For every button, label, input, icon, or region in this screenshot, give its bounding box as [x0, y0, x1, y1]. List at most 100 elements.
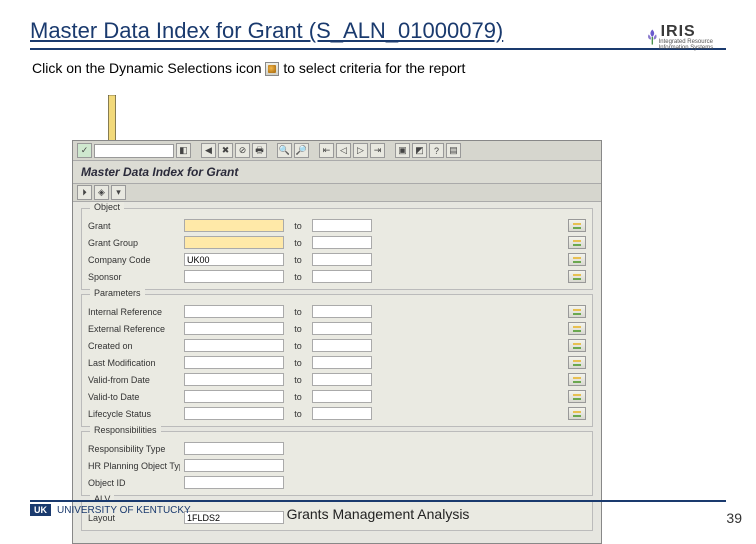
sap-selection-screen: Object Grant to Grant Group to Company C… [73, 202, 601, 543]
variant-icon[interactable]: ▾ [111, 185, 126, 200]
next-page-icon[interactable]: ▷ [353, 143, 368, 158]
multiple-selection-button[interactable] [568, 236, 586, 249]
label-resp: HR Planning Object Type [88, 461, 180, 471]
input-param-from[interactable] [184, 305, 284, 318]
input-param-to[interactable] [312, 305, 372, 318]
input-sponsor-from[interactable] [184, 270, 284, 283]
label-param: Internal Reference [88, 307, 180, 317]
multiple-selection-button[interactable] [568, 270, 586, 283]
find-icon[interactable]: 🔍 [277, 143, 292, 158]
to-label: to [288, 238, 308, 248]
input-resp[interactable] [184, 476, 284, 489]
label-resp: Object ID [88, 478, 180, 488]
multiple-selection-button[interactable] [568, 373, 586, 386]
to-label: to [288, 221, 308, 231]
first-page-icon[interactable]: ⇤ [319, 143, 334, 158]
label-param: Created on [88, 341, 180, 351]
multiple-selection-button[interactable] [568, 253, 586, 266]
print-icon[interactable]: 🖶 [252, 143, 267, 158]
input-company-code-from[interactable]: UK00 [184, 253, 284, 266]
row-param: Internal Reference to [82, 303, 592, 320]
multiple-selection-button[interactable] [568, 407, 586, 420]
to-label: to [288, 392, 308, 402]
find-next-icon[interactable]: 🔎 [294, 143, 309, 158]
help-icon[interactable]: ? [429, 143, 444, 158]
label-grant: Grant [88, 221, 180, 231]
input-param-from[interactable] [184, 322, 284, 335]
command-field[interactable] [94, 144, 174, 158]
sap-screenshot: ✓ ◧ ◀ ✖ ⊘ 🖶 🔍 🔎 ⇤ ◁ ▷ ⇥ ▣ ◩ ? ▤ Master D… [72, 140, 602, 544]
dynamic-selections-button[interactable]: ◈ [94, 185, 109, 200]
group-parameters: Parameters Internal ReferencetoExternal … [81, 294, 593, 427]
instruction-after: to select criteria for the report [283, 60, 465, 76]
multiple-selection-button[interactable] [568, 390, 586, 403]
row-company-code: Company Code UK00 to [82, 251, 592, 268]
footer-rule [30, 500, 726, 502]
group-responsibilities: Responsibilities Responsibility TypeHR P… [81, 431, 593, 496]
label-param: Valid-from Date [88, 375, 180, 385]
iris-flower-icon [646, 25, 659, 49]
exit-icon[interactable]: ✖ [218, 143, 233, 158]
input-grant-from[interactable] [184, 219, 284, 232]
row-param: Lifecycle Status to [82, 405, 592, 422]
new-session-icon[interactable]: ▣ [395, 143, 410, 158]
to-label: to [288, 307, 308, 317]
execute-icon[interactable]: ⏵ [77, 185, 92, 200]
sap-app-toolbar: ⏵ ◈ ▾ [73, 184, 601, 202]
input-company-code-to[interactable] [312, 253, 372, 266]
prev-page-icon[interactable]: ◁ [336, 143, 351, 158]
last-page-icon[interactable]: ⇥ [370, 143, 385, 158]
to-label: to [288, 324, 308, 334]
dynamic-selections-icon [265, 62, 279, 76]
input-resp[interactable] [184, 459, 284, 472]
input-param-to[interactable] [312, 322, 372, 335]
row-grant: Grant to [82, 217, 592, 234]
multiple-selection-button[interactable] [568, 322, 586, 335]
page-number: 39 [726, 510, 742, 526]
back-icon[interactable]: ◀ [201, 143, 216, 158]
cancel-icon[interactable]: ⊘ [235, 143, 250, 158]
multiple-selection-button[interactable] [568, 339, 586, 352]
footer-center: Grants Management Analysis [0, 506, 756, 522]
input-grant-group-to[interactable] [312, 236, 372, 249]
input-grant-group-from[interactable] [184, 236, 284, 249]
label-sponsor: Sponsor [88, 272, 180, 282]
multiple-selection-button[interactable] [568, 305, 586, 318]
row-resp: Responsibility Type [82, 440, 592, 457]
input-param-to[interactable] [312, 390, 372, 403]
to-label: to [288, 255, 308, 265]
input-param-from[interactable] [184, 390, 284, 403]
input-param-from[interactable] [184, 339, 284, 352]
slide-title: Master Data Index for Grant (S_ALN_01000… [0, 0, 756, 48]
multiple-selection-button[interactable] [568, 219, 586, 232]
to-label: to [288, 409, 308, 419]
input-param-to[interactable] [312, 407, 372, 420]
input-sponsor-to[interactable] [312, 270, 372, 283]
group-parameters-title: Parameters [90, 288, 145, 298]
label-param: Valid-to Date [88, 392, 180, 402]
input-param-from[interactable] [184, 373, 284, 386]
save-icon[interactable]: ◧ [176, 143, 191, 158]
input-resp[interactable] [184, 442, 284, 455]
input-param-from[interactable] [184, 356, 284, 369]
input-param-to[interactable] [312, 339, 372, 352]
instruction-before: Click on the Dynamic Selections icon [32, 60, 265, 76]
iris-logo-subtitle: Integrated Resource Information Systems [659, 39, 736, 51]
input-param-from[interactable] [184, 407, 284, 420]
layout-menu-icon[interactable]: ▤ [446, 143, 461, 158]
instruction-text: Click on the Dynamic Selections icon to … [0, 50, 756, 76]
row-resp: HR Planning Object Type [82, 457, 592, 474]
to-label: to [288, 358, 308, 368]
row-grant-group: Grant Group to [82, 234, 592, 251]
row-param: External Referenceto [82, 320, 592, 337]
sap-screen-title: Master Data Index for Grant [73, 161, 601, 184]
multiple-selection-button[interactable] [568, 356, 586, 369]
input-grant-to[interactable] [312, 219, 372, 232]
input-param-to[interactable] [312, 356, 372, 369]
input-param-to[interactable] [312, 373, 372, 386]
label-param: Lifecycle Status [88, 409, 180, 419]
iris-logo: IRIS Integrated Resource Information Sys… [646, 18, 736, 56]
label-resp: Responsibility Type [88, 444, 180, 454]
shortcut-icon[interactable]: ◩ [412, 143, 427, 158]
enter-icon[interactable]: ✓ [77, 143, 92, 158]
